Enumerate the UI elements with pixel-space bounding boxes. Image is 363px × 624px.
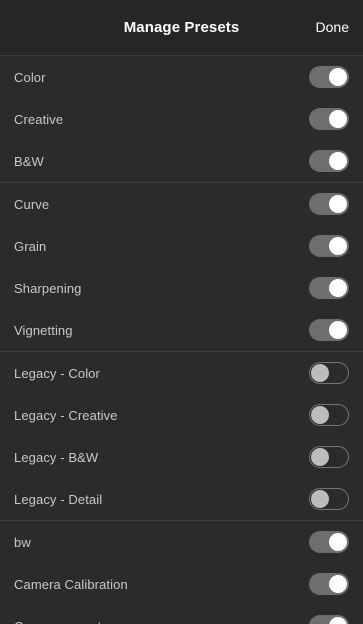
- preset-row: Camera Calibration: [0, 563, 363, 605]
- preset-toggle[interactable]: [309, 66, 349, 88]
- preset-label: Legacy - Color: [14, 365, 100, 381]
- preset-toggle[interactable]: [309, 404, 349, 426]
- preset-row: bw: [0, 521, 363, 563]
- toggle-knob: [329, 279, 347, 297]
- preset-group: bw Camera Calibration Camera presets: [0, 521, 363, 624]
- preset-toggle[interactable]: [309, 277, 349, 299]
- preset-toggle[interactable]: [309, 150, 349, 172]
- toggle-knob: [311, 490, 329, 508]
- preset-row: Camera presets: [0, 605, 363, 624]
- toggle-knob: [311, 406, 329, 424]
- preset-label: Camera Calibration: [14, 576, 128, 592]
- preset-label: bw: [14, 534, 31, 550]
- toggle-knob: [329, 152, 347, 170]
- toggle-knob: [329, 68, 347, 86]
- manage-presets-screen: Manage Presets Done Color Creative B&W Curv…: [0, 0, 363, 624]
- preset-label: Legacy - B&W: [14, 449, 99, 465]
- preset-label: B&W: [14, 153, 44, 169]
- preset-group: Color Creative B&W: [0, 56, 363, 183]
- preset-row: B&W: [0, 140, 363, 182]
- preset-label: Grain: [14, 238, 47, 254]
- preset-label: Legacy - Detail: [14, 491, 103, 507]
- preset-row: Legacy - Detail: [0, 478, 363, 520]
- preset-toggle[interactable]: [309, 573, 349, 595]
- preset-toggle[interactable]: [309, 615, 349, 624]
- preset-label: Curve: [14, 196, 50, 212]
- preset-row: Curve: [0, 183, 363, 225]
- toggle-knob: [329, 110, 347, 128]
- preset-toggle[interactable]: [309, 108, 349, 130]
- preset-row: Legacy - Color: [0, 352, 363, 394]
- preset-label: Vignetting: [14, 322, 73, 338]
- toggle-knob: [311, 448, 329, 466]
- preset-label: Creative: [14, 111, 64, 127]
- preset-toggle[interactable]: [309, 319, 349, 341]
- page-title: Manage Presets: [123, 19, 240, 36]
- preset-label: Sharpening: [14, 280, 82, 296]
- toggle-knob: [329, 617, 347, 624]
- preset-row: Legacy - B&W: [0, 436, 363, 478]
- preset-toggle[interactable]: [309, 235, 349, 257]
- done-button[interactable]: Done: [316, 19, 349, 35]
- preset-row: Grain: [0, 225, 363, 267]
- preset-row: Sharpening: [0, 267, 363, 309]
- toggle-knob: [329, 575, 347, 593]
- preset-toggle[interactable]: [309, 531, 349, 553]
- header-bar: Manage Presets Done: [0, 0, 363, 56]
- toggle-knob: [329, 321, 347, 339]
- preset-label: Legacy - Creative: [14, 407, 118, 423]
- preset-row: Color: [0, 56, 363, 98]
- preset-toggle[interactable]: [309, 446, 349, 468]
- preset-toggle[interactable]: [309, 488, 349, 510]
- preset-list: Color Creative B&W Curve Grain Sharpening Vign…: [0, 56, 363, 624]
- toggle-knob: [329, 195, 347, 213]
- preset-row: Vignetting: [0, 309, 363, 351]
- preset-label: Camera presets: [14, 619, 108, 624]
- toggle-knob: [311, 364, 329, 382]
- preset-group: Legacy - Color Legacy - Creative Legacy - …: [0, 352, 363, 521]
- preset-toggle[interactable]: [309, 362, 349, 384]
- preset-row: Creative: [0, 98, 363, 140]
- toggle-knob: [329, 237, 347, 255]
- toggle-knob: [329, 533, 347, 551]
- preset-toggle[interactable]: [309, 193, 349, 215]
- preset-row: Legacy - Creative: [0, 394, 363, 436]
- preset-group: Curve Grain Sharpening Vignetting: [0, 183, 363, 352]
- preset-label: Color: [14, 69, 46, 85]
